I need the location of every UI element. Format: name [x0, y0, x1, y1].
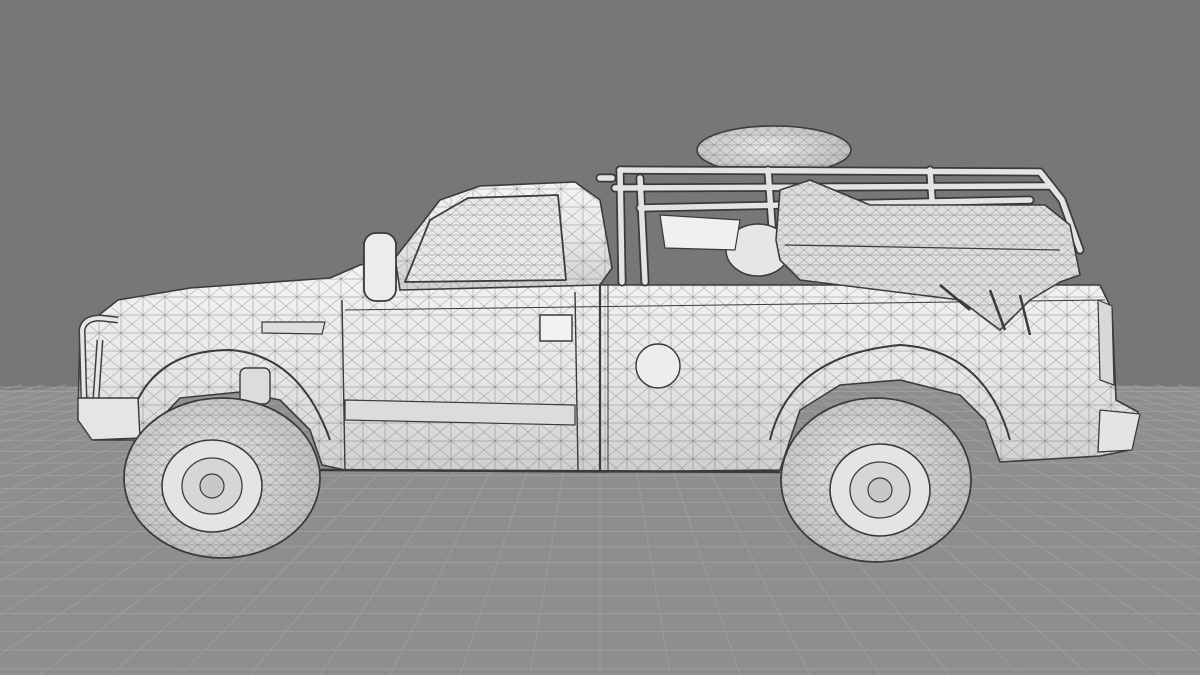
- viewport-scene[interactable]: [0, 0, 1200, 675]
- rear-wheel: [780, 397, 972, 563]
- 3d-viewport[interactable]: [0, 0, 1200, 675]
- side-mirror: [363, 232, 397, 302]
- front-suspension: [239, 367, 271, 405]
- truck-cab: [363, 181, 613, 302]
- front-wheel: [123, 397, 321, 559]
